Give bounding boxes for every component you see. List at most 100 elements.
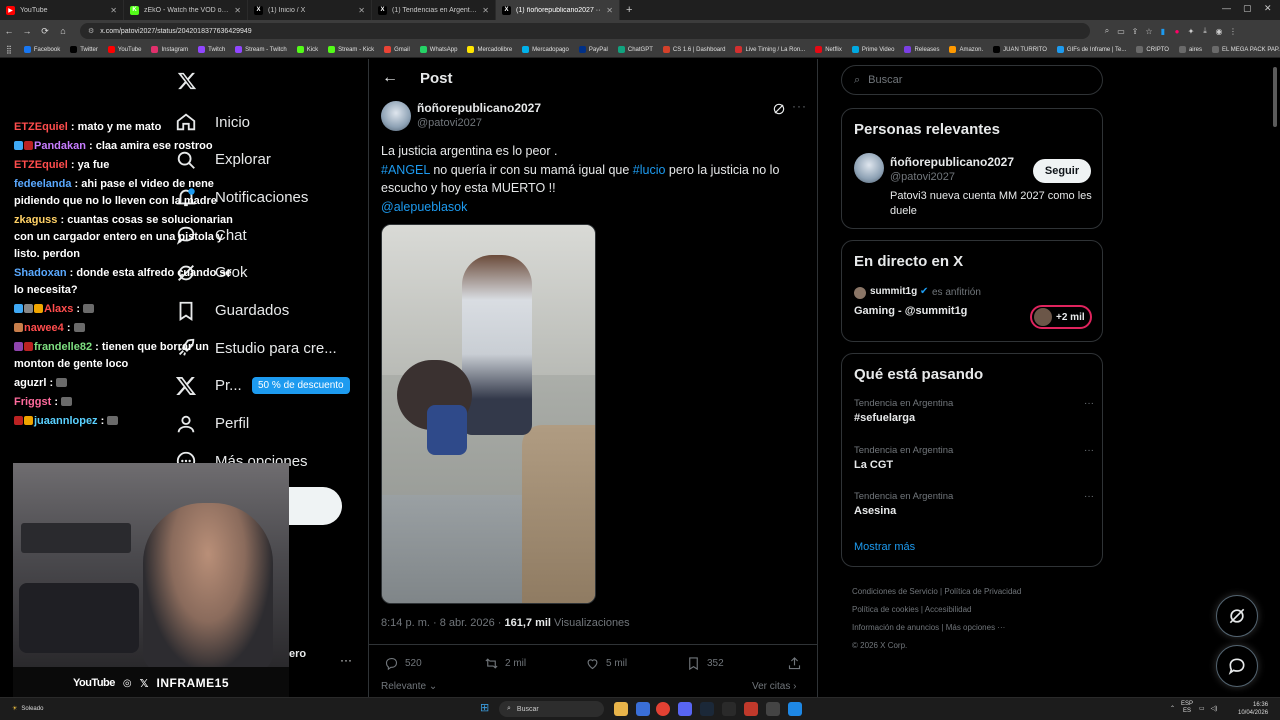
live-stream-title[interactable]: Gaming - @summit1g — [854, 305, 967, 317]
chrome-icon[interactable] — [656, 702, 670, 716]
account-menu-icon[interactable]: ··· — [340, 653, 352, 667]
grok-fab[interactable] — [1216, 595, 1258, 637]
bookmark-item[interactable]: Gmail — [380, 46, 414, 53]
bookmark-item[interactable]: Mercadolibre — [463, 46, 516, 53]
x-logo-icon[interactable] — [177, 71, 197, 91]
search-input[interactable]: ⌕ Buscar — [841, 65, 1103, 95]
close-tab-icon[interactable]: ✕ — [606, 6, 613, 15]
bookmark-item[interactable]: Stream - Kick — [324, 46, 378, 53]
trend-item[interactable]: Tendencia en Argentina #sefuelarga ··· — [854, 398, 1094, 424]
bookmark-item[interactable]: Live Timing / La Ron... — [731, 46, 809, 53]
chat-username[interactable]: Alaxs — [44, 303, 73, 315]
close-tab-icon[interactable]: ✕ — [482, 6, 489, 15]
reply-button[interactable]: 520 — [384, 656, 422, 671]
trend-more-icon[interactable]: ··· — [1084, 445, 1094, 456]
bookmark-item[interactable]: CRIPTO — [1132, 46, 1173, 53]
app-icon[interactable] — [722, 702, 736, 716]
footer-link[interactable]: Más opciones ··· — [946, 623, 1006, 632]
close-tab-icon[interactable]: ✕ — [110, 6, 117, 15]
author-avatar[interactable] — [381, 101, 411, 131]
premium-discount-badge[interactable]: 50 % de descuento — [252, 377, 350, 394]
new-tab-button[interactable]: + — [620, 4, 638, 16]
chat-username[interactable]: Friggst — [14, 396, 51, 408]
bookmark-item[interactable]: PayPal — [575, 46, 612, 53]
relevant-avatar[interactable] — [854, 153, 884, 183]
forward-icon[interactable]: → — [18, 26, 36, 36]
extensions-icon[interactable]: ✦ — [1184, 27, 1198, 36]
bookmark-item[interactable]: Facebook — [20, 46, 64, 53]
chat-username[interactable]: ETZEquiel — [14, 159, 68, 171]
bookmark-item[interactable]: Twitter — [66, 46, 102, 53]
tray-chevron-icon[interactable]: ⌃ — [1170, 705, 1175, 712]
bookmark-item[interactable]: CS 1.6 | Dashboard — [659, 46, 730, 53]
author-name[interactable]: ñoñorepublicano2027 — [417, 101, 541, 115]
close-tab-icon[interactable]: ✕ — [358, 6, 365, 15]
url-field[interactable]: ⚙ x.com/patovi2027/status/20420183776364… — [80, 23, 1090, 39]
footer-link[interactable]: Política de cookies — [852, 605, 919, 614]
relevant-handle[interactable]: @patovi2027 — [890, 171, 955, 183]
show-more-link[interactable]: Mostrar más — [854, 541, 915, 553]
grok-icon[interactable] — [772, 102, 786, 116]
maximize-icon[interactable]: ▢ — [1243, 3, 1252, 14]
browser-tab[interactable]: X (1) Tendencias en Argentina (E ✕ — [372, 0, 496, 20]
chat-username[interactable]: nawee4 — [24, 322, 64, 334]
downloads-icon[interactable]: ⤓ — [1198, 26, 1212, 36]
network-icon[interactable]: ▭ — [1199, 705, 1205, 712]
trend-item[interactable]: Tendencia en Argentina La CGT ··· — [854, 445, 1094, 471]
bookmark-item[interactable]: Releases — [900, 46, 943, 53]
extension-icon[interactable]: ▮ — [1156, 27, 1170, 36]
apps-icon[interactable]: ⣿ — [6, 45, 12, 54]
post-timestamp[interactable]: 8:14 p. m. · 8 abr. 2026 · — [381, 617, 505, 629]
bookmark-item[interactable]: JUAN TURRITO — [989, 46, 1051, 53]
back-arrow-icon[interactable]: ← — [382, 69, 398, 87]
bookmark-item[interactable]: Stream - Twitch — [231, 46, 291, 53]
post-more-icon[interactable]: ··· — [792, 99, 807, 113]
lang-indicator[interactable]: ESP ES — [1181, 701, 1193, 715]
footer-link[interactable]: Política de Privacidad — [944, 587, 1021, 596]
share-icon[interactable]: ⇪ — [1128, 27, 1142, 36]
like-button[interactable]: 5 mil — [585, 656, 627, 671]
footer-link[interactable]: Accesibilidad — [925, 605, 972, 614]
chat-username[interactable]: Shadoxan — [14, 267, 67, 279]
taskbar-search[interactable]: ⌕ Buscar — [499, 701, 604, 717]
bookmark-item[interactable]: aires — [1175, 46, 1206, 53]
bookmark-item[interactable]: Twitch — [194, 46, 229, 53]
windows-start-icon[interactable]: ⊞ — [480, 701, 489, 714]
chat-username[interactable]: frandelle82 — [34, 341, 92, 353]
profile-icon[interactable]: ◉ — [1212, 27, 1226, 36]
browser-tab[interactable]: ▶ YouTube ✕ — [0, 0, 124, 20]
live-listener-count[interactable]: +2 mil — [1030, 305, 1092, 329]
bookmark-item[interactable]: Instagram — [147, 46, 192, 53]
file-explorer-icon[interactable] — [614, 702, 628, 716]
cast-icon[interactable]: ▭ — [1114, 27, 1128, 36]
home-browser-icon[interactable]: ⌂ — [54, 26, 72, 36]
volume-icon[interactable]: ◁) — [1211, 705, 1218, 712]
bookmark-item[interactable]: ChatGPT — [614, 46, 657, 53]
browser-tab[interactable]: X (1) Inicio / X ✕ — [248, 0, 372, 20]
bookmark-item[interactable]: EL MEGA PACK PAP... — [1208, 46, 1280, 53]
chat-username[interactable]: zkaguss — [14, 214, 57, 226]
follow-button[interactable]: Seguir — [1033, 159, 1091, 183]
trend-item[interactable]: Tendencia en Argentina Asesina ··· — [854, 491, 1094, 517]
footer-link[interactable]: Información de anuncios — [852, 623, 939, 632]
sort-replies-dropdown[interactable]: Relevante ⌄ — [381, 681, 437, 692]
bookmark-item[interactable]: WhatsApp — [416, 46, 462, 53]
close-tab-icon[interactable]: ✕ — [234, 6, 241, 15]
author-handle[interactable]: @patovi2027 — [417, 117, 482, 129]
bookmark-item[interactable]: GIFs de Inframe | Te... — [1053, 46, 1130, 53]
chat-username[interactable]: fedeelanda — [14, 178, 71, 190]
reload-icon[interactable]: ⟳ — [36, 26, 54, 37]
chat-username[interactable]: aguzrl — [14, 377, 46, 389]
app-icon[interactable] — [744, 702, 758, 716]
footer-link[interactable]: © 2026 X Corp. — [852, 641, 907, 650]
scrollbar-thumb[interactable] — [1273, 67, 1277, 127]
messages-fab[interactable] — [1216, 645, 1258, 687]
page-scrollbar[interactable] — [1270, 59, 1278, 697]
repost-button[interactable]: 2 mil — [484, 656, 526, 671]
bookmark-item[interactable]: YouTube — [104, 46, 146, 53]
share-button[interactable] — [787, 656, 802, 671]
bookmark-item[interactable]: Kick — [293, 46, 322, 53]
back-icon[interactable]: ← — [0, 26, 18, 36]
extension-icon[interactable]: ● — [1170, 27, 1184, 36]
bookmark-item[interactable]: Mercadopago — [518, 46, 573, 53]
